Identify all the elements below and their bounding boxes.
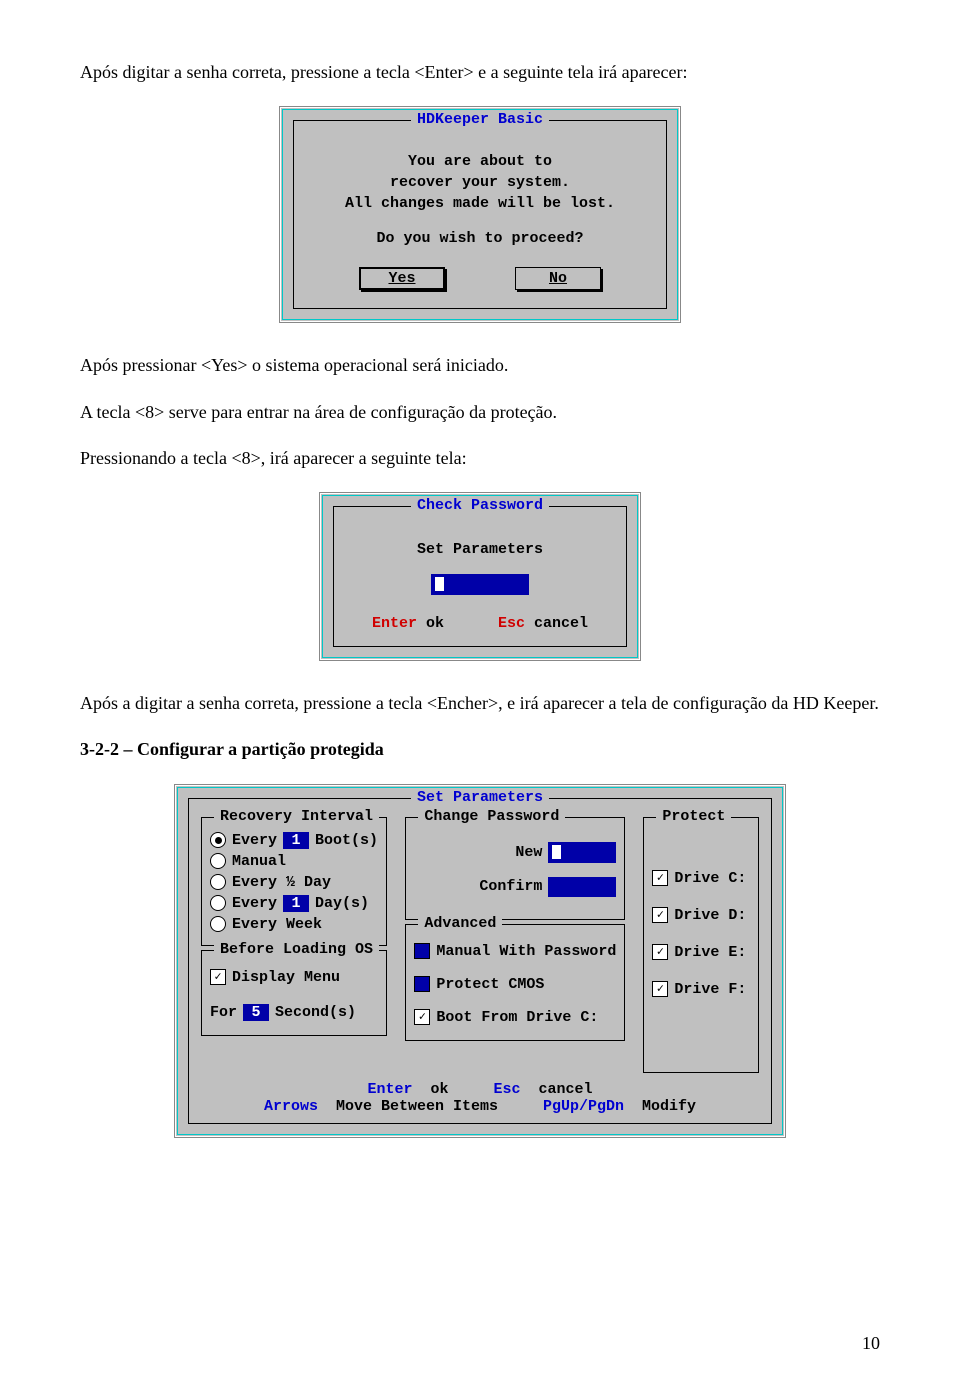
recovery-manual[interactable]: Manual [210,853,378,870]
move-label: Move Between Items [336,1098,498,1115]
display-menu-checkbox[interactable]: Display Menu [210,969,378,986]
protect-cmos-checkbox[interactable]: Protect CMOS [414,976,616,993]
section-heading: 3-2-2 – Configurar a partição protegida [80,737,880,761]
dialog-footer: Enter ok Esc cancel Arrows Move Between … [197,1081,763,1115]
yes-button-label: Yes [388,270,415,287]
dialog-title: HDKeeper Basic [411,111,549,128]
set-parameters-dialog-figure: Set Parameters Recovery Interval Every 1… [80,784,880,1138]
body-text: Pressionando a tecla <8>, irá aparecer a… [80,446,880,470]
display-seconds-row: For 5 Second(s) [210,1004,378,1021]
arrows-key-label: Arrows [264,1098,318,1115]
group-title: Change Password [418,808,565,825]
body-text: Após pressionar <Yes> o sistema operacio… [80,353,880,377]
body-text: A tecla <8> serve para entrar na área de… [80,400,880,424]
body-text: Após digitar a senha correta, pressione … [80,60,880,84]
group-title: Recovery Interval [214,808,379,825]
dialog-subtitle: Set Parameters [344,541,616,558]
ok-label: ok [426,615,444,632]
group-title: Protect [656,808,731,825]
esc-key-label: Esc [498,615,525,632]
dialog-title: Set Parameters [411,789,549,806]
enter-key-label: Enter [367,1081,412,1098]
manual-with-password-checkbox[interactable]: Manual With Password [414,943,616,960]
dialog-title: Check Password [411,497,549,514]
dialog-line: recover your system. [304,172,656,193]
group-title: Advanced [418,915,502,932]
modify-label: Modify [642,1098,696,1115]
protect-drive-f-checkbox[interactable]: Drive F: [652,981,750,998]
protect-drive-c-checkbox[interactable]: Drive C: [652,870,750,887]
check-password-dialog-figure: Check Password Set Parameters Enter ok E… [80,492,880,661]
pgupdn-key-label: PgUp/PgDn [543,1098,624,1115]
dialog-line: Do you wish to proceed? [304,228,656,249]
day-count-input[interactable]: 1 [283,895,309,912]
recovery-every-day[interactable]: Every 1 Day(s) [210,895,378,912]
hdkeeper-confirm-dialog-figure: HDKeeper Basic You are about to recover … [80,106,880,323]
boot-count-input[interactable]: 1 [283,832,309,849]
dialog-line: All changes made will be lost. [304,193,656,214]
recovery-half-day[interactable]: Every ½ Day [210,874,378,891]
cancel-label: cancel [534,615,588,632]
enter-key-label: Enter [372,615,417,632]
new-password-input[interactable] [548,842,616,863]
cancel-label: cancel [539,1081,593,1098]
no-button-label: No [549,270,567,287]
no-button[interactable]: No [515,267,601,290]
protect-drive-e-checkbox[interactable]: Drive E: [652,944,750,961]
ok-label: ok [430,1081,448,1098]
esc-key-label: Esc [494,1081,521,1098]
confirm-password-label: Confirm [479,878,542,895]
seconds-input[interactable]: 5 [243,1004,269,1021]
new-password-label: New [515,844,542,861]
protect-drive-d-checkbox[interactable]: Drive D: [652,907,750,924]
dialog-footer: Enter ok Esc cancel [344,615,616,632]
body-text: Após a digitar a senha correta, pression… [80,691,880,715]
confirm-password-input[interactable] [548,877,616,897]
group-title: Before Loading OS [214,941,379,958]
boot-from-c-checkbox[interactable]: Boot From Drive C: [414,1009,616,1026]
password-input[interactable] [431,574,529,595]
page-number: 10 [862,1333,880,1354]
yes-button[interactable]: Yes [359,267,445,290]
recovery-every-week[interactable]: Every Week [210,916,378,933]
dialog-line: You are about to [304,151,656,172]
recovery-every-boot[interactable]: Every 1 Boot(s) [210,832,378,849]
